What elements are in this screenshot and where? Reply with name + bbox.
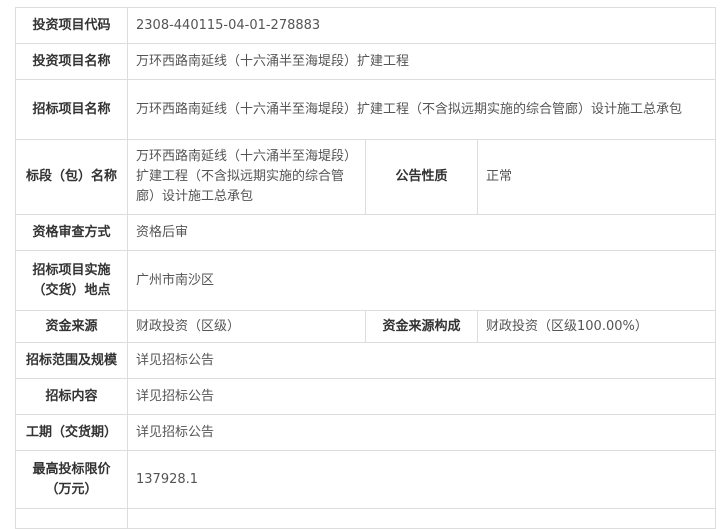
row-investment-code: 投资项目代码 2308-440115-04-01-278883: [15, 7, 716, 44]
max-price-label: 最高投标限价（万元）: [15, 450, 128, 509]
funding-composition-value: 财政投资（区级100.00%）: [477, 310, 716, 343]
duration-label: 工期（交货期）: [15, 414, 128, 451]
section-name-label: 标段（包）名称: [15, 139, 128, 215]
row-scope: 招标范围及规模 详见招标公告: [15, 342, 716, 379]
row-location: 招标项目实施（交货）地点 广州市南沙区: [15, 250, 716, 311]
row-tender-project-name: 招标项目名称 万环西路南延线（十六涌半至海堤段）扩建工程（不含拟远期实施的综合管…: [15, 79, 716, 140]
row-duration: 工期（交货期） 详见招标公告: [15, 414, 716, 451]
investment-name-label: 投资项目名称: [15, 43, 128, 80]
tender-project-name-value: 万环西路南延线（十六涌半至海堤段）扩建工程（不含拟远期实施的综合管廊）设计施工总…: [127, 79, 716, 140]
investment-code-label: 投资项目代码: [15, 7, 128, 44]
tender-info-table: 投资项目代码 2308-440115-04-01-278883 投资项目名称 万…: [15, 7, 716, 529]
investment-code-value: 2308-440115-04-01-278883: [127, 7, 716, 44]
content-value: 详见招标公告: [127, 378, 716, 415]
scope-value: 详见招标公告: [127, 342, 716, 379]
funding-source-label: 资金来源: [15, 310, 128, 343]
location-label: 招标项目实施（交货）地点: [15, 250, 128, 311]
announcement-nature-value: 正常: [477, 139, 716, 215]
qualification-review-value: 资格后审: [127, 214, 716, 251]
announcement-nature-label: 公告性质: [365, 139, 478, 215]
funding-composition-label: 资金来源构成: [365, 310, 478, 343]
investment-name-value: 万环西路南延线（十六涌半至海堤段）扩建工程: [127, 43, 716, 80]
row-qualification-review: 资格审查方式 资格后审: [15, 214, 716, 251]
tender-project-name-label: 招标项目名称: [15, 79, 128, 140]
row-funding-source: 资金来源 财政投资（区级） 资金来源构成 财政投资（区级100.00%）: [15, 310, 716, 343]
funding-source-value: 财政投资（区级）: [127, 310, 366, 343]
location-value: 广州市南沙区: [127, 250, 716, 311]
max-price-value: 137928.1: [127, 450, 716, 509]
row-content: 招标内容 详见招标公告: [15, 378, 716, 415]
qualification-review-label: 资格审查方式: [15, 214, 128, 251]
duration-value: 详见招标公告: [127, 414, 716, 451]
scope-label: 招标范围及规模: [15, 342, 128, 379]
section-name-value: 万环西路南延线（十六涌半至海堤段）扩建工程（不含拟远期实施的综合管廊）设计施工总…: [127, 139, 366, 215]
row-investment-name: 投资项目名称 万环西路南延线（十六涌半至海堤段）扩建工程: [15, 43, 716, 80]
content-label: 招标内容: [15, 378, 128, 415]
row-section-name: 标段（包）名称 万环西路南延线（十六涌半至海堤段）扩建工程（不含拟远期实施的综合…: [15, 139, 716, 215]
row-max-price: 最高投标限价（万元） 137928.1: [15, 450, 716, 509]
